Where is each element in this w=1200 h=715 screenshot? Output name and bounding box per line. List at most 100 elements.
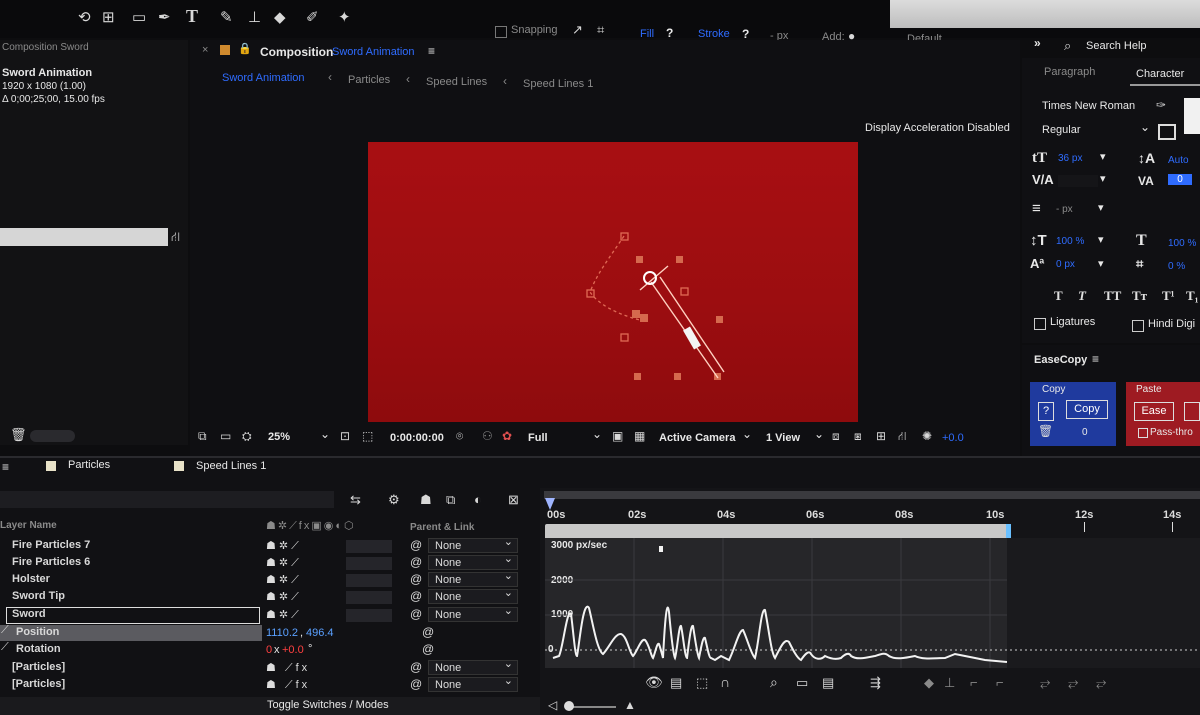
shy-layers-icon[interactable]: ☗ [420, 492, 432, 508]
stroke-width-field[interactable]: - px [1056, 204, 1073, 215]
layer-row[interactable]: Fire Particles 6 ☗✲⟋ @ None [0, 552, 525, 572]
graph-extras-icon[interactable]: ⥂ [1096, 675, 1106, 691]
rotation-degrees[interactable]: +0.0 [282, 644, 304, 656]
convert-hold-icon[interactable]: ◆ [924, 675, 934, 691]
layer-switches[interactable]: ☗✲⟋ [266, 539, 302, 553]
channel-icon[interactable]: ✿ [502, 429, 512, 443]
current-time[interactable]: 0:00:00:00 [390, 432, 444, 444]
project-scrollbar[interactable] [30, 430, 75, 442]
views-chevron-icon[interactable]: ⌄ [814, 427, 824, 441]
ligatures-checkbox[interactable] [1034, 318, 1046, 330]
copy-button[interactable]: Copy [1066, 400, 1108, 419]
layer-switches[interactable]: ☗✲⟋ [266, 608, 302, 622]
pick-whip-icon[interactable]: @ [410, 607, 422, 621]
layer-name[interactable]: [Particles] [12, 678, 65, 690]
hindi-digits-checkbox[interactable] [1132, 320, 1144, 332]
graph-editor-icon[interactable]: ⊠ [508, 492, 519, 508]
trash-icon[interactable]: 🗑 [10, 427, 27, 443]
tracking-field[interactable]: 0 [1168, 174, 1192, 185]
easy-ease-out-icon[interactable]: ⥂ [1040, 675, 1050, 691]
pick-whip-icon[interactable]: @ [410, 677, 422, 691]
kerning-field[interactable] [1058, 175, 1098, 187]
parent-dropdown[interactable]: None [428, 674, 518, 692]
zoom-chevron-icon[interactable]: ⌄ [320, 427, 330, 441]
stroke-help-icon[interactable]: ? [742, 27, 749, 41]
stroke-color-swatch[interactable] [1158, 124, 1176, 140]
work-area-bar[interactable] [544, 491, 1200, 499]
toggle-pixel-aspect-icon[interactable]: ⧈ [832, 429, 840, 444]
pick-whip-icon[interactable]: @ [410, 589, 422, 603]
baseline-shift-chevron-icon[interactable]: ▾ [1098, 257, 1104, 270]
graph-type-icon[interactable]: ⟋ [1, 624, 9, 637]
type-tool-icon[interactable]: T [186, 6, 198, 27]
all-caps-icon[interactable]: TT [1104, 288, 1121, 304]
layer-row[interactable]: Holster ☗✲⟋ @ None [0, 569, 525, 589]
transform-box-icon[interactable]: ⬚ [696, 675, 708, 691]
views-dropdown[interactable]: 1 View [766, 432, 800, 444]
region-of-interest-icon[interactable]: ▣ [612, 429, 623, 443]
pick-whip-icon[interactable]: @ [410, 538, 422, 552]
timeline-icon[interactable]: ⊞ [876, 429, 886, 443]
vertical-scale-chevron-icon[interactable]: ▾ [1098, 233, 1104, 246]
parent-dropdown[interactable]: None [428, 657, 518, 675]
layer-switches[interactable]: ☗✲⟋ [266, 573, 302, 587]
kerning-chevron-icon[interactable]: ▾ [1100, 172, 1106, 185]
layer-name[interactable]: Sword Tip [12, 590, 65, 602]
zoom-in-icon[interactable]: ▲ [624, 698, 636, 712]
fill-help-icon[interactable]: ? [666, 26, 673, 40]
comp-menu-icon[interactable]: ≡ [428, 44, 435, 58]
comp-tab-name[interactable]: Sword Animation [332, 46, 415, 58]
resolution-dropdown[interactable]: Full [528, 432, 548, 444]
pick-whip-icon[interactable]: @ [410, 572, 422, 586]
always-preview-icon[interactable]: ⧉ [198, 429, 207, 444]
fast-previews-icon[interactable]: ⧆ [854, 429, 862, 444]
motion-blur-icon[interactable]: ◐ [474, 492, 482, 507]
faux-italic-icon[interactable]: T [1078, 288, 1086, 304]
stroke-label[interactable]: Stroke [698, 28, 730, 40]
edit-keyframe-icon[interactable]: ⇶ [870, 675, 881, 691]
layer-switch-boxes[interactable] [346, 540, 392, 553]
copy-help-button[interactable]: ? [1038, 402, 1054, 421]
tab-speed-lines-1[interactable]: Speed Lines 1 [196, 460, 266, 472]
vertical-scale-field[interactable]: 100 % [1056, 236, 1084, 247]
leading-field[interactable]: Auto [1168, 155, 1189, 166]
breadcrumb-sword-animation[interactable]: Sword Animation [222, 72, 305, 84]
parent-dropdown[interactable]: None [428, 535, 518, 553]
pass-through-checkbox[interactable] [1138, 428, 1148, 438]
monitor-icon[interactable]: ▭ [220, 429, 231, 443]
clone-stamp-icon[interactable]: ⊥ [248, 8, 261, 26]
lock-icon[interactable]: 🔒 [238, 42, 252, 55]
subscript-icon[interactable]: T₁ [1186, 288, 1199, 304]
speed-graph[interactable] [545, 538, 1200, 668]
fill-label[interactable]: Fill [640, 28, 654, 40]
zoom-dropdown[interactable]: 25% [268, 431, 290, 443]
pick-whip-icon[interactable]: @ [410, 555, 422, 569]
exposure-value[interactable]: +0.0 [942, 432, 964, 444]
panel-close-icon[interactable]: × [202, 44, 208, 56]
flowchart-icon[interactable]: ⛙ [898, 429, 906, 445]
snap-options-icon[interactable]: ↗ [572, 22, 583, 38]
camera-chevron-icon[interactable]: ⌄ [742, 427, 752, 441]
exposure-icon[interactable]: ✺ [922, 429, 932, 443]
snap-grid-icon[interactable]: ⌗ [597, 22, 604, 38]
undo-icon[interactable]: ⟲ [78, 8, 91, 26]
layer-row[interactable]: [Particles] ☗ ⟋fx @ None [0, 657, 525, 677]
tab-character[interactable]: Character [1136, 68, 1184, 80]
easecopy-menu-icon[interactable]: ≡ [1092, 352, 1099, 366]
layer-switches[interactable]: ☗✲⟋ [266, 556, 302, 570]
separate-dimensions-icon[interactable]: ▤ [822, 675, 834, 691]
fit-all-icon[interactable]: ▭ [796, 675, 808, 691]
show-snapshot-icon[interactable]: ⚇ [482, 429, 493, 443]
puppet-pin-icon[interactable]: ✦ [338, 8, 351, 26]
project-comp-name[interactable]: Sword Animation [2, 67, 92, 79]
resolution-chevron-icon[interactable]: ⌄ [592, 427, 602, 441]
tsume-field[interactable]: 0 % [1168, 261, 1185, 272]
property-row-position[interactable]: ⟋ Position 1110.2 , 496.4 @ [0, 624, 525, 642]
eyedropper-icon[interactable]: ✑ [1156, 98, 1166, 112]
mask-visibility-icon[interactable]: ⛭ [242, 429, 252, 444]
property-row-rotation[interactable]: ⟋ Rotation 0 x +0.0 ° @ [0, 641, 525, 659]
parent-dropdown[interactable]: None [428, 604, 518, 622]
layer-switch-boxes[interactable] [346, 557, 392, 570]
timeline-menu-icon[interactable]: ≡ [2, 460, 9, 474]
rotation-revolutions[interactable]: 0 [266, 644, 272, 656]
